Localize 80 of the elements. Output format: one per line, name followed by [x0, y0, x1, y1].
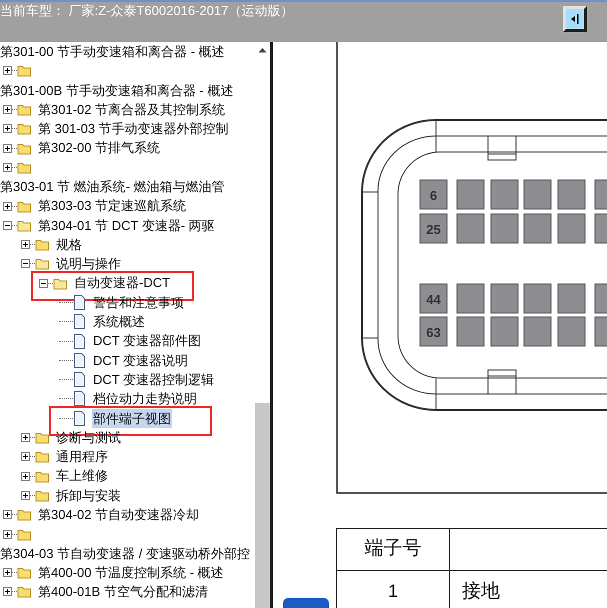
expand-icon[interactable] — [21, 472, 30, 481]
tree-item[interactable]: 第304-02 节自动变速器冷却 — [37, 505, 200, 525]
folder-icon — [35, 431, 50, 444]
expand-icon[interactable] — [3, 66, 12, 76]
section-heading[interactable]: 第301-00 节手动变速箱和离合器 - 概述 — [0, 42, 225, 62]
collapse-icon[interactable] — [39, 278, 48, 288]
document-icon — [73, 391, 86, 406]
expand-icon[interactable] — [3, 202, 12, 211]
scrollbar-thumb[interactable] — [255, 403, 270, 608]
document-item[interactable]: DCT 变速器说明 — [92, 350, 190, 370]
table-cell: 1 — [337, 571, 450, 608]
side-button[interactable] — [283, 598, 329, 608]
folder-icon — [17, 64, 32, 78]
folder-icon — [35, 238, 50, 252]
tree-item[interactable]: 说明与操作 — [55, 254, 122, 274]
folder-icon — [35, 470, 50, 483]
expand-icon[interactable] — [3, 587, 12, 596]
section-heading[interactable]: 第303-01 节 燃油系统- 燃油箱与燃油管 — [0, 176, 225, 196]
folder-icon — [17, 142, 32, 155]
tree-item[interactable]: 规格 — [55, 234, 83, 254]
folder-icon — [17, 200, 32, 213]
document-icon — [73, 334, 86, 349]
tree-item[interactable]: 第304-01 节 DCT 变速器- 两驱 — [37, 216, 216, 236]
document-item[interactable]: DCT 变速器控制逻辑 — [92, 370, 216, 390]
expand-icon[interactable] — [21, 240, 30, 250]
tree-item[interactable]: 第400-00 节温度控制系统 - 概述 — [37, 562, 225, 582]
tree-item[interactable]: 第400-01B 节空气分配和滤清 — [37, 582, 209, 602]
document-item[interactable]: 档位动力走势说明 — [92, 389, 198, 409]
folder-icon — [17, 566, 32, 580]
folder-icon — [53, 276, 68, 290]
tree-item[interactable]: 第303-03 节定速巡航系统 — [37, 196, 188, 216]
folder-icon — [35, 257, 50, 270]
collapse-icon[interactable] — [21, 259, 30, 268]
document-icon — [73, 352, 86, 368]
expand-icon[interactable] — [3, 530, 12, 539]
expand-icon[interactable] — [3, 144, 12, 153]
scroll-up-icon[interactable] — [258, 47, 267, 53]
pin-number: 25 — [426, 222, 441, 237]
folder-icon — [17, 528, 32, 541]
document-icon — [73, 410, 86, 426]
collapse-icon[interactable] — [3, 220, 12, 230]
folder-icon — [17, 218, 32, 232]
section-heading[interactable]: 第301-00B 节手动变速箱和离合器 - 概述 — [0, 80, 234, 100]
document-item[interactable]: 部件端子视图 — [92, 408, 172, 428]
expand-icon[interactable] — [3, 510, 12, 520]
folder-icon — [35, 488, 50, 502]
folder-icon — [17, 122, 32, 136]
expand-icon[interactable] — [3, 162, 12, 172]
folder-icon — [17, 160, 32, 174]
table-cell-text: 接地 — [461, 578, 501, 604]
pin-number: 63 — [426, 325, 441, 340]
folder-icon — [17, 103, 32, 116]
document-icon — [73, 314, 86, 330]
document-item[interactable]: DCT 变速器部件图 — [92, 331, 202, 351]
window-title: 当前车型： 厂家:Z-众泰T6002016-2017（运动版） — [0, 2, 294, 20]
pin-number: 6 — [430, 188, 438, 203]
tree-item[interactable]: 通用程序 — [55, 447, 109, 467]
pin-number: 44 — [426, 292, 441, 307]
expand-icon[interactable] — [21, 433, 30, 442]
folder-icon — [17, 585, 32, 598]
folder-icon — [17, 508, 32, 522]
tree-item[interactable]: 拆卸与安装 — [55, 486, 122, 506]
document-item[interactable]: 系统概述 — [92, 312, 146, 332]
document-icon — [73, 372, 86, 388]
expand-icon[interactable] — [3, 105, 12, 114]
exit-icon — [570, 13, 580, 25]
tree-item[interactable]: 第302-00 节排气系统 — [37, 138, 162, 158]
exit-button[interactable] — [563, 6, 587, 32]
expand-icon[interactable] — [3, 568, 12, 578]
tree-item[interactable]: 自动变速器-DCT — [73, 273, 172, 293]
expand-icon[interactable] — [21, 490, 30, 500]
folder-icon — [35, 450, 50, 464]
document-icon — [73, 295, 86, 310]
tree-item[interactable]: 第 301-03 节手动变速器外部控制 — [37, 119, 230, 139]
tree-item[interactable]: 车上维修 — [55, 466, 109, 486]
expand-icon[interactable] — [21, 452, 30, 462]
section-heading[interactable]: 第304-03 节自动变速器 / 变速驱动桥外部控 — [0, 544, 250, 564]
expand-icon[interactable] — [3, 124, 12, 134]
tree-item[interactable]: 第301-02 节离合器及其控制系统 — [37, 100, 226, 120]
column-header: 端子号 — [337, 529, 450, 570]
